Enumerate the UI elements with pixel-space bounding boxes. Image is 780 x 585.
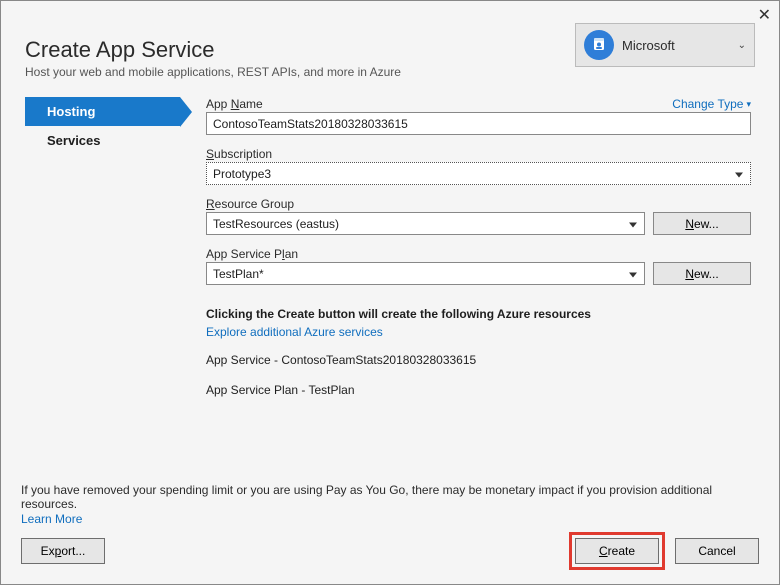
learn-more-link[interactable]: Learn More bbox=[21, 512, 82, 526]
chevron-down-icon: ▾ bbox=[746, 99, 751, 110]
change-type-link[interactable]: Change Type▾ bbox=[672, 97, 751, 111]
chevron-down-icon: ⌄ bbox=[738, 40, 746, 51]
spending-note: If you have removed your spending limit … bbox=[21, 483, 759, 511]
export-button[interactable]: Export... bbox=[21, 538, 105, 564]
page-title: Create App Service bbox=[25, 37, 575, 63]
create-button[interactable]: Create bbox=[575, 538, 659, 564]
title-block: Create App Service Host your web and mob… bbox=[25, 19, 575, 79]
cancel-button[interactable]: Cancel bbox=[675, 538, 759, 564]
subscription-label: Subscription bbox=[206, 147, 272, 161]
summary-title: Clicking the Create button will create t… bbox=[206, 307, 751, 321]
app-name-input[interactable] bbox=[206, 112, 751, 135]
summary-line: App Service - ContosoTeamStats2018032803… bbox=[206, 353, 751, 367]
account-dropdown[interactable]: Microsoft ⌄ bbox=[575, 23, 755, 67]
app-service-plan-label: App Service Plan bbox=[206, 247, 298, 261]
app-service-plan-select[interactable]: TestPlan* bbox=[206, 262, 645, 285]
app-name-label: App Name bbox=[206, 97, 263, 111]
account-label: Microsoft bbox=[622, 38, 730, 53]
sidebar-item-hosting[interactable]: Hosting bbox=[25, 97, 180, 126]
resource-group-label: Resource Group bbox=[206, 197, 294, 211]
bottom-bar: If you have removed your spending limit … bbox=[1, 473, 779, 584]
sidebar-item-label: Hosting bbox=[47, 104, 95, 119]
resource-group-select[interactable]: TestResources (eastus) bbox=[206, 212, 645, 235]
resource-group-new-button[interactable]: New... bbox=[653, 212, 751, 235]
sidebar-item-services[interactable]: Services bbox=[25, 126, 180, 155]
main-panel: App Name Change Type▾ Subscription Proto… bbox=[198, 97, 755, 413]
sidebar-item-label: Services bbox=[47, 133, 101, 148]
app-service-plan-new-button[interactable]: New... bbox=[653, 262, 751, 285]
create-highlight: Create bbox=[569, 532, 665, 570]
page-subtitle: Host your web and mobile applications, R… bbox=[25, 65, 575, 79]
explore-services-link[interactable]: Explore additional Azure services bbox=[206, 325, 383, 339]
account-badge-icon bbox=[584, 30, 614, 60]
summary-line: App Service Plan - TestPlan bbox=[206, 383, 751, 397]
sidebar: Hosting Services bbox=[25, 97, 180, 413]
subscription-select[interactable]: Prototype3 bbox=[206, 162, 751, 185]
